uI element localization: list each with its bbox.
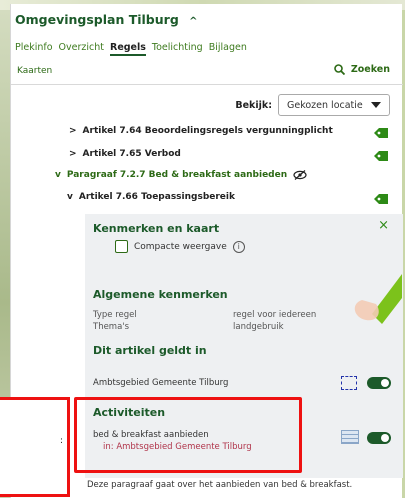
tree-item-label: Artikel 7.64 Beoordelingsregels vergunni… xyxy=(82,126,333,136)
tab-bijlagen[interactable]: Bijlagen xyxy=(209,42,247,56)
callout-text: : xyxy=(59,436,63,446)
table-pattern-icon xyxy=(341,430,359,444)
tab-regels[interactable]: Regels xyxy=(110,42,146,56)
algemene-kenmerken-title: Algemene kenmerken xyxy=(93,288,228,301)
bekijk-select[interactable]: Gekozen locatie xyxy=(278,94,390,116)
themas-label: Thema's xyxy=(93,322,130,332)
compact-toggle[interactable]: Compacte weergave i xyxy=(115,240,245,253)
type-regel-value: regel voor iedereen xyxy=(233,310,317,320)
paragraph-description: Deze paragraaf gaat over het aanbieden v… xyxy=(87,480,353,490)
chevron-right-icon: > xyxy=(69,149,77,159)
themas-value: landgebruik xyxy=(233,322,284,332)
pointing-hand-illustration xyxy=(354,274,402,324)
chevron-down-icon: v xyxy=(67,192,73,202)
search-icon xyxy=(334,64,345,75)
tree-item-label: Paragraaf 7.2.7 Bed & breakfast aanbiede… xyxy=(66,170,288,180)
zoeken-button[interactable]: Zoeken xyxy=(334,64,390,75)
type-regel-label: Type regel xyxy=(93,310,137,320)
bekijk-label: Bekijk: xyxy=(235,99,272,111)
tree-item-label: Artikel 7.65 Verbod xyxy=(82,149,181,159)
kaarten-link[interactable]: Kaarten xyxy=(17,66,52,76)
tree-item-paragraaf-7-2-7[interactable]: v Paragraaf 7.2.7 Bed & breakfast aanbie… xyxy=(55,170,307,180)
kenmerken-title: Kenmerken en kaart xyxy=(93,222,220,235)
info-icon[interactable]: i xyxy=(232,240,245,253)
tab-overzicht[interactable]: Overzicht xyxy=(59,42,104,56)
geldt-in-title: Dit artikel geldt in xyxy=(93,344,207,357)
tag-icon xyxy=(374,151,388,161)
compact-label: Compacte weergave xyxy=(134,241,227,252)
area-visibility-toggle[interactable] xyxy=(367,377,391,389)
compact-checkbox[interactable] xyxy=(115,240,128,253)
chevron-right-icon: > xyxy=(69,126,77,136)
caret-down-icon xyxy=(371,102,381,108)
geldt-in-value: Ambtsgebied Gemeente Tilburg xyxy=(93,378,229,388)
chevron-down-icon: v xyxy=(55,170,61,180)
tree-item-label: Artikel 7.66 Toepassingsbereik xyxy=(78,192,235,202)
bekijk-selected-value: Gekozen locatie xyxy=(287,99,363,111)
panel-header[interactable]: Omgevingsplan Tilburg ^ xyxy=(11,4,403,36)
tab-toelichting[interactable]: Toelichting xyxy=(152,42,203,56)
eye-slash-icon[interactable] xyxy=(293,170,307,180)
tag-icon xyxy=(374,128,388,138)
activity-visibility-toggle[interactable] xyxy=(367,432,391,444)
tag-icon xyxy=(374,194,388,204)
zoeken-label: Zoeken xyxy=(350,64,390,75)
bekijk-control: Bekijk: Gekozen locatie xyxy=(235,94,390,116)
callout-box: : xyxy=(0,397,70,497)
panel-title: Omgevingsplan Tilburg xyxy=(15,12,179,27)
tab-plekinfo[interactable]: Plekinfo xyxy=(15,42,53,56)
activiteiten-highlight xyxy=(74,397,302,473)
tree-item-artikel-7-66[interactable]: v Artikel 7.66 Toepassingsbereik xyxy=(67,192,235,202)
area-outline-icon xyxy=(341,376,357,390)
close-icon[interactable]: × xyxy=(378,218,389,233)
tree-item-artikel-7-64[interactable]: > Artikel 7.64 Beoordelingsregels vergun… xyxy=(69,126,333,136)
tab-bar: Plekinfo Overzicht Regels Toelichting Bi… xyxy=(15,42,247,56)
divider xyxy=(11,84,403,85)
tree-item-artikel-7-65[interactable]: > Artikel 7.65 Verbod xyxy=(69,149,181,159)
chevron-up-icon[interactable]: ^ xyxy=(189,16,197,27)
